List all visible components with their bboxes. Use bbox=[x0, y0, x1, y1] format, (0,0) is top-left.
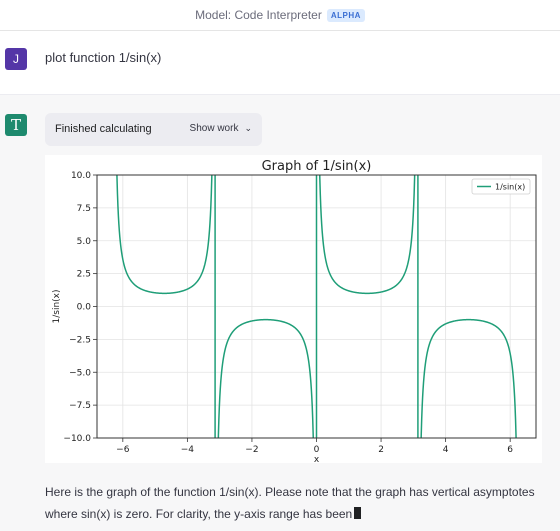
model-header: Model: Code Interpreter ALPHA bbox=[0, 0, 560, 31]
x-tick-label: 4 bbox=[443, 445, 449, 455]
show-work-label: Show work bbox=[189, 123, 239, 134]
chevron-down-icon: ⌄ bbox=[244, 123, 252, 133]
series-segment bbox=[217, 318, 315, 438]
y-tick-label: −5.0 bbox=[69, 368, 91, 378]
status-label: Finished calculating bbox=[55, 123, 152, 135]
y-tick-label: 10.0 bbox=[71, 171, 91, 181]
y-axis-label: 1/sin(x) bbox=[52, 289, 62, 323]
x-tick-label: 2 bbox=[378, 445, 384, 455]
chart-container: −6 −4 −2 0 2 4 6 10.0 7.5 5.0 2.5 0.0 −2.5 −5.0 −7.5 −1… bbox=[45, 155, 542, 465]
sin-reciprocal-chart: −6 −4 −2 0 2 4 6 10.0 7.5 5.0 2.5 0.0 −2.5 −5.0 −7.5 −1… bbox=[52, 159, 537, 465]
typing-cursor bbox=[354, 507, 362, 519]
x-tick-label: −6 bbox=[116, 445, 130, 455]
assistant-avatar: T bbox=[5, 114, 27, 136]
series-segment bbox=[420, 318, 517, 438]
assistant-message-row: T Finished calculating Show work ⌄ −6 −4 −2… bbox=[0, 95, 560, 531]
x-axis-label: x bbox=[314, 455, 320, 463]
y-tick-label: −7.5 bbox=[69, 401, 91, 411]
response-text: Here is the graph of the function 1/sin(… bbox=[45, 485, 535, 521]
y-tick-label: −10.0 bbox=[63, 434, 91, 444]
x-tick-label: 6 bbox=[507, 445, 513, 455]
user-message: plot function 1/sin(x) bbox=[45, 50, 162, 65]
model-label: Model: Code Interpreter bbox=[195, 8, 322, 22]
y-tick-label: 2.5 bbox=[77, 270, 91, 280]
chart-title: Graph of 1/sin(x) bbox=[262, 159, 372, 174]
x-tick-label: −4 bbox=[181, 445, 195, 455]
legend-label: 1/sin(x) bbox=[495, 183, 525, 192]
curve-layer bbox=[116, 175, 517, 438]
user-message-row: J plot function 1/sin(x) bbox=[0, 31, 560, 95]
y-tick-label: 7.5 bbox=[77, 204, 91, 214]
y-tick-label: 5.0 bbox=[77, 237, 92, 247]
x-tick-label: 0 bbox=[314, 445, 320, 455]
show-work-button[interactable]: Show work ⌄ bbox=[190, 123, 252, 134]
legend: 1/sin(x) bbox=[471, 178, 531, 195]
series-segment bbox=[116, 175, 213, 295]
y-tick-label: 0.0 bbox=[77, 303, 92, 313]
assistant-response: Here is the graph of the function 1/sin(… bbox=[45, 481, 545, 525]
calculation-status: Finished calculating Show work ⌄ bbox=[45, 113, 262, 146]
x-tick-label: −2 bbox=[245, 445, 258, 455]
user-avatar: J bbox=[5, 48, 27, 70]
series-segment bbox=[318, 175, 416, 295]
alpha-badge: ALPHA bbox=[326, 8, 365, 22]
y-tick-label: −2.5 bbox=[69, 335, 91, 345]
